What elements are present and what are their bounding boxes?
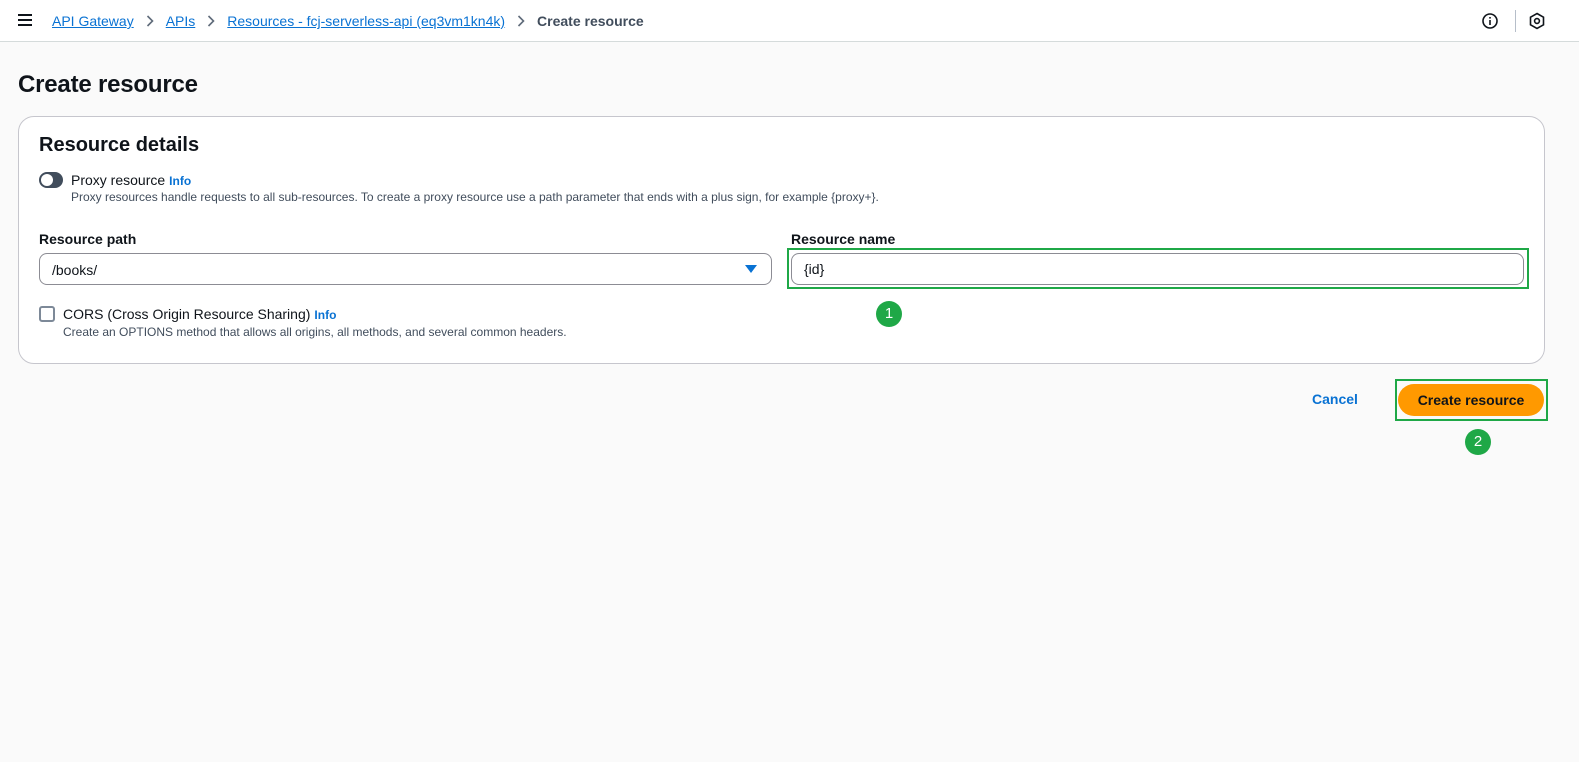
settings-hexagon-icon[interactable]: [1528, 12, 1546, 30]
cors-description: Create an OPTIONS method that allows all…: [63, 325, 567, 339]
breadcrumb-apis[interactable]: APIs: [166, 13, 196, 29]
resource-name-label: Resource name: [791, 231, 896, 247]
chevron-right-icon: [195, 15, 227, 27]
resource-path-select[interactable]: /books/: [39, 253, 772, 285]
cors-info-link[interactable]: Info: [314, 308, 336, 322]
chevron-right-icon: [505, 15, 537, 27]
resource-name-input[interactable]: [791, 253, 1524, 285]
breadcrumb-resources[interactable]: Resources - fcj-serverless-api (eq3vm1kn…: [227, 13, 505, 29]
proxy-info-link[interactable]: Info: [169, 174, 191, 188]
cors-checkbox[interactable]: [39, 306, 55, 322]
cancel-button[interactable]: Cancel: [1312, 391, 1358, 411]
resource-details-panel: Resource details Proxy resource Info Prox…: [18, 116, 1545, 364]
step-badge-1: 1: [876, 301, 902, 327]
menu-icon[interactable]: [18, 14, 32, 26]
section-title: Resource details: [39, 134, 200, 156]
proxy-resource-description: Proxy resources handle requests to all s…: [71, 190, 879, 204]
proxy-resource-label: Proxy resource Info: [71, 172, 191, 188]
create-resource-button[interactable]: Create resource: [1398, 384, 1544, 416]
breadcrumb-current: Create resource: [537, 13, 644, 29]
toolbar-divider: [1515, 10, 1516, 32]
proxy-resource-text: Proxy resource: [71, 172, 166, 188]
caret-down-icon: [745, 265, 757, 273]
cors-text: CORS (Cross Origin Resource Sharing): [63, 306, 311, 322]
info-icon[interactable]: [1481, 12, 1499, 30]
chevron-right-icon: [134, 15, 166, 27]
resource-path-label: Resource path: [39, 231, 137, 247]
breadcrumb: API Gateway APIs Resources - fcj-serverl…: [52, 12, 644, 30]
toggle-knob: [41, 174, 53, 186]
breadcrumb-api-gateway[interactable]: API Gateway: [52, 13, 134, 29]
step-badge-2: 2: [1465, 429, 1491, 455]
page-title: Create resource: [18, 71, 198, 98]
cors-label: CORS (Cross Origin Resource Sharing) Info: [63, 306, 336, 322]
proxy-resource-toggle[interactable]: [39, 172, 63, 188]
top-navigation-bar: API Gateway APIs Resources - fcj-serverl…: [0, 0, 1579, 42]
resource-path-value: /books/: [52, 262, 98, 278]
